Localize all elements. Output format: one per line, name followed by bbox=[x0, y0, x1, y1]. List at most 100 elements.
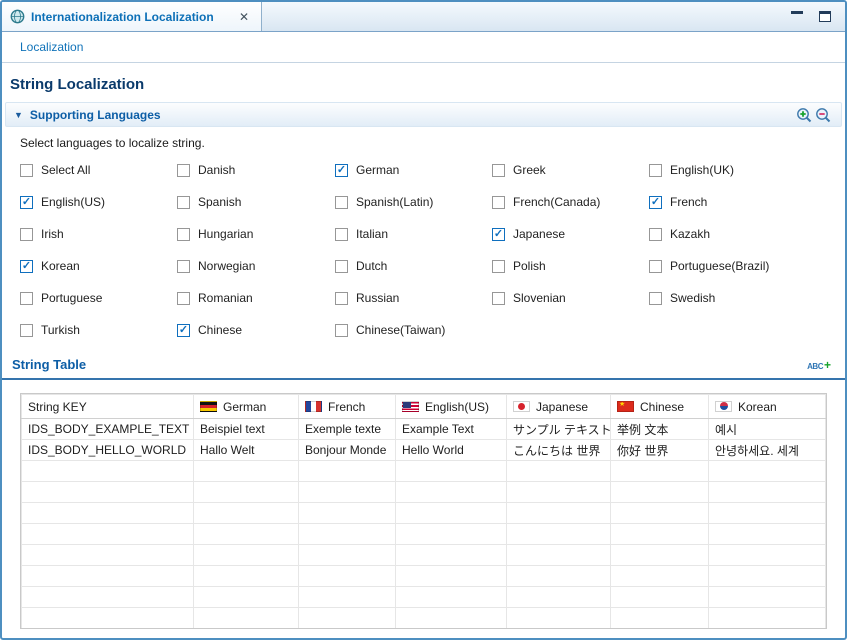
checkbox-unchecked[interactable] bbox=[649, 164, 662, 177]
checkbox-unchecked[interactable] bbox=[335, 260, 348, 273]
string-cell[interactable]: Beispiel text bbox=[194, 419, 299, 440]
checkbox-unchecked[interactable] bbox=[20, 292, 33, 305]
string-cell[interactable] bbox=[194, 524, 299, 545]
checkbox-unchecked[interactable] bbox=[649, 260, 662, 273]
language-option-greek[interactable]: Greek bbox=[492, 154, 649, 186]
string-cell[interactable] bbox=[396, 503, 507, 524]
checkbox-unchecked[interactable] bbox=[335, 292, 348, 305]
string-cell[interactable] bbox=[611, 461, 709, 482]
string-cell[interactable]: サンプル テキスト bbox=[507, 419, 611, 440]
language-option-french-canada[interactable]: French(Canada) bbox=[492, 186, 649, 218]
string-cell[interactable] bbox=[507, 587, 611, 608]
string-cell[interactable] bbox=[396, 587, 507, 608]
string-cell[interactable] bbox=[507, 545, 611, 566]
string-cell[interactable] bbox=[194, 461, 299, 482]
language-option-russian[interactable]: Russian bbox=[335, 282, 492, 314]
string-cell[interactable] bbox=[299, 608, 396, 629]
string-cell[interactable]: 안녕하세요. 세계 bbox=[709, 440, 826, 461]
language-option-japanese[interactable]: ✓Japanese bbox=[492, 218, 649, 250]
language-option-swedish[interactable]: Swedish bbox=[649, 282, 845, 314]
language-option-spanish[interactable]: Spanish bbox=[177, 186, 335, 218]
language-option-kazakh[interactable]: Kazakh bbox=[649, 218, 845, 250]
language-option-portuguese-brazil[interactable]: Portuguese(Brazil) bbox=[649, 250, 845, 282]
string-cell[interactable]: 예시 bbox=[709, 419, 826, 440]
string-cell[interactable] bbox=[396, 482, 507, 503]
string-cell[interactable] bbox=[709, 461, 826, 482]
language-option-romanian[interactable]: Romanian bbox=[177, 282, 335, 314]
remove-language-icon[interactable] bbox=[814, 106, 833, 123]
language-option-german[interactable]: ✓German bbox=[335, 154, 492, 186]
string-cell[interactable] bbox=[709, 587, 826, 608]
language-option-polish[interactable]: Polish bbox=[492, 250, 649, 282]
add-language-icon[interactable] bbox=[795, 106, 814, 123]
checkbox-unchecked[interactable] bbox=[335, 196, 348, 209]
string-cell[interactable] bbox=[22, 503, 194, 524]
collapse-arrow-icon[interactable]: ▼ bbox=[14, 110, 23, 120]
string-cell[interactable]: 你好 世界 bbox=[611, 440, 709, 461]
string-cell[interactable] bbox=[611, 608, 709, 629]
string-cell[interactable] bbox=[299, 482, 396, 503]
string-cell[interactable] bbox=[611, 587, 709, 608]
string-cell[interactable] bbox=[299, 461, 396, 482]
checkbox-unchecked[interactable] bbox=[20, 324, 33, 337]
language-option-korean[interactable]: ✓Korean bbox=[20, 250, 177, 282]
string-cell[interactable] bbox=[709, 566, 826, 587]
string-cell[interactable]: IDS_BODY_EXAMPLE_TEXT bbox=[22, 419, 194, 440]
checkbox-checked[interactable]: ✓ bbox=[20, 260, 33, 273]
string-cell[interactable]: Hello World bbox=[396, 440, 507, 461]
checkbox-checked[interactable]: ✓ bbox=[649, 196, 662, 209]
string-cell[interactable] bbox=[194, 587, 299, 608]
language-option-turkish[interactable]: Turkish bbox=[20, 314, 177, 346]
checkbox-unchecked[interactable] bbox=[177, 292, 190, 305]
string-cell[interactable] bbox=[611, 503, 709, 524]
checkbox-unchecked[interactable] bbox=[492, 164, 505, 177]
string-cell[interactable] bbox=[709, 608, 826, 629]
string-cell[interactable] bbox=[396, 461, 507, 482]
string-cell[interactable] bbox=[299, 503, 396, 524]
string-cell[interactable] bbox=[299, 566, 396, 587]
string-cell[interactable] bbox=[194, 482, 299, 503]
string-cell[interactable] bbox=[194, 566, 299, 587]
checkbox-checked[interactable]: ✓ bbox=[177, 324, 190, 337]
string-cell[interactable]: こんにちは 世界 bbox=[507, 440, 611, 461]
string-cell[interactable] bbox=[22, 524, 194, 545]
language-option-italian[interactable]: Italian bbox=[335, 218, 492, 250]
checkbox-unchecked[interactable] bbox=[177, 260, 190, 273]
checkbox-unchecked[interactable] bbox=[492, 196, 505, 209]
string-cell[interactable] bbox=[22, 566, 194, 587]
language-option-irish[interactable]: Irish bbox=[20, 218, 177, 250]
string-cell[interactable] bbox=[299, 587, 396, 608]
checkbox-checked[interactable]: ✓ bbox=[20, 196, 33, 209]
string-cell[interactable] bbox=[22, 587, 194, 608]
string-cell[interactable]: 举例 文本 bbox=[611, 419, 709, 440]
string-cell[interactable] bbox=[396, 608, 507, 629]
language-option-dutch[interactable]: Dutch bbox=[335, 250, 492, 282]
checkbox-checked[interactable]: ✓ bbox=[492, 228, 505, 241]
string-cell[interactable] bbox=[507, 524, 611, 545]
language-option-english-us[interactable]: ✓English(US) bbox=[20, 186, 177, 218]
string-cell[interactable] bbox=[299, 524, 396, 545]
checkbox-unchecked[interactable] bbox=[492, 260, 505, 273]
language-option-danish[interactable]: Danish bbox=[177, 154, 335, 186]
string-cell[interactable] bbox=[194, 545, 299, 566]
string-cell[interactable] bbox=[709, 482, 826, 503]
checkbox-unchecked[interactable] bbox=[177, 196, 190, 209]
string-cell[interactable] bbox=[709, 545, 826, 566]
checkbox-unchecked[interactable] bbox=[20, 164, 33, 177]
checkbox-unchecked[interactable] bbox=[177, 164, 190, 177]
checkbox-unchecked[interactable] bbox=[20, 228, 33, 241]
breadcrumb-localization[interactable]: Localization bbox=[20, 40, 83, 54]
language-option-select-all[interactable]: Select All bbox=[20, 154, 177, 186]
checkbox-unchecked[interactable] bbox=[649, 228, 662, 241]
checkbox-checked[interactable]: ✓ bbox=[335, 164, 348, 177]
string-cell[interactable] bbox=[22, 608, 194, 629]
language-option-slovenian[interactable]: Slovenian bbox=[492, 282, 649, 314]
string-cell[interactable]: IDS_BODY_HELLO_WORLD bbox=[22, 440, 194, 461]
language-option-chinese[interactable]: ✓Chinese bbox=[177, 314, 335, 346]
language-option-norwegian[interactable]: Norwegian bbox=[177, 250, 335, 282]
language-option-french[interactable]: ✓French bbox=[649, 186, 845, 218]
string-cell[interactable] bbox=[194, 503, 299, 524]
string-cell[interactable] bbox=[507, 482, 611, 503]
string-cell[interactable]: Bonjour Monde bbox=[299, 440, 396, 461]
string-cell[interactable] bbox=[611, 566, 709, 587]
